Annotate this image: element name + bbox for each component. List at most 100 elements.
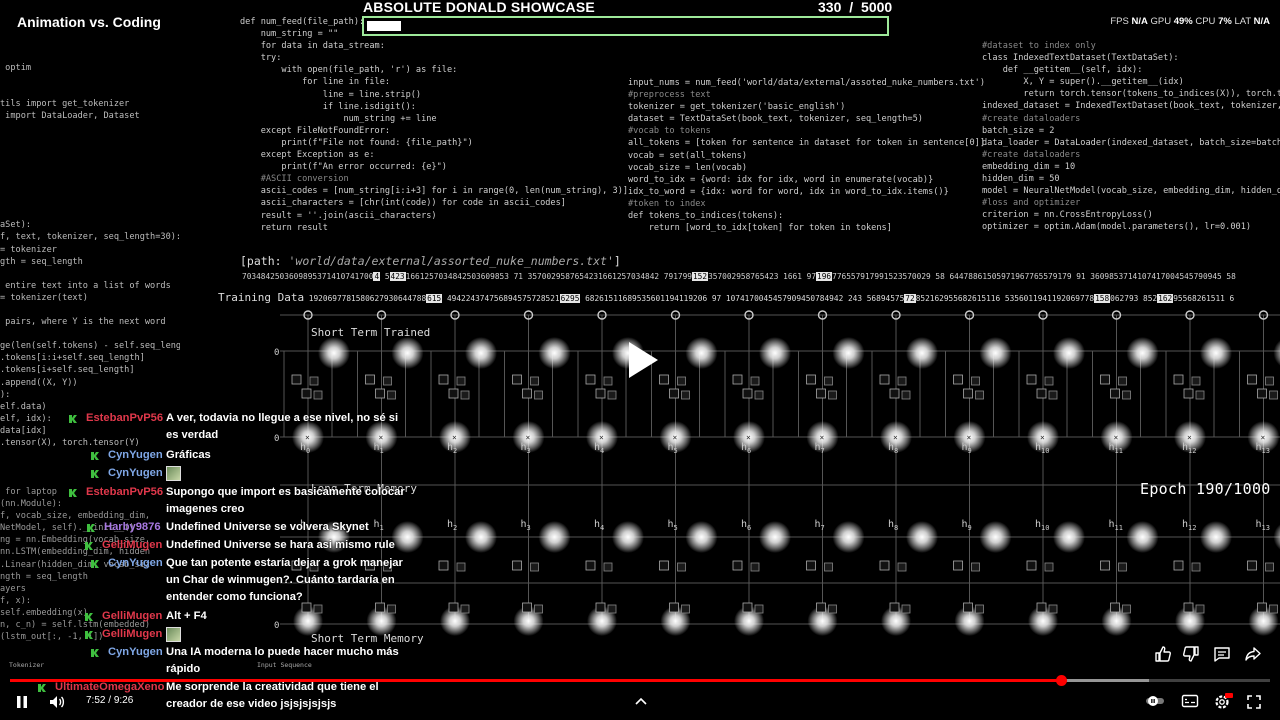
lstm-cell [889, 602, 900, 613]
lstm-cell [607, 390, 617, 400]
play-icon[interactable] [620, 338, 664, 382]
code-line: tokenizer = get_tokenizer('basic_english… [628, 102, 846, 113]
code-line: #vocab to tokens [628, 126, 711, 137]
highlighted-digits: 6295 [559, 294, 581, 303]
pause-icon[interactable] [14, 694, 30, 710]
lstm-cell [953, 560, 963, 571]
code-line: if line.isdigit(): [240, 101, 416, 112]
gate-glow [685, 521, 718, 553]
code-line: pairs, where Y is the next word [0, 317, 166, 328]
lstm-cell [1048, 390, 1058, 400]
multiply-marker: × [893, 433, 898, 442]
subtitles-icon[interactable] [1181, 694, 1199, 708]
code-line: batch_size = 2 [982, 125, 1055, 136]
code-line: result = ''.join(ascii_characters) [240, 210, 437, 221]
lstm-cell [1044, 562, 1054, 572]
chat-username[interactable]: GelliMugen [102, 626, 162, 643]
code-line: except FileNotFoundError: [240, 125, 391, 136]
chat-username[interactable]: Harby9876 [104, 519, 161, 536]
duration: 9:26 [113, 695, 134, 706]
lstm-cell [1173, 374, 1184, 385]
hidden-state-index: 8 [894, 524, 898, 532]
chevron-up-icon[interactable] [634, 695, 648, 707]
hidden-state-label: h5 [668, 519, 678, 532]
settings-icon[interactable] [1213, 692, 1233, 710]
digits: 68261511689535601194119206 97 1074170045… [580, 294, 905, 303]
lstm-cell [460, 604, 470, 614]
hidden-state-index: 10 [1041, 447, 1049, 455]
lstm-cell [522, 602, 532, 613]
hidden-state-index: 13 [1262, 524, 1270, 532]
digits: 852162955682615116 5356011941192069778 [915, 294, 1095, 303]
hidden-state-index: 2 [453, 524, 457, 532]
code-line: hidden_dim = 50 [982, 174, 1060, 185]
hidden-state-index: 6 [747, 447, 751, 455]
lstm-cell [1173, 560, 1184, 571]
lstm-cell [1265, 376, 1274, 386]
gate-glow [1126, 337, 1159, 369]
chat-username[interactable]: EstebanPvP56 [86, 410, 163, 427]
data-stream-row: 70348425036098953714107417004 5423166125… [242, 272, 1280, 281]
comment-icon[interactable] [1213, 645, 1231, 663]
code-line: model = NeuralNetModel(vocab_size, embed… [982, 186, 1280, 197]
showcase-progress-fill [367, 21, 402, 31]
digits: 95568261511 6 [1173, 294, 1235, 303]
multiply-marker: × [673, 433, 678, 442]
lat-value: N/A [1253, 16, 1270, 27]
code-line: gth = seq_length [0, 256, 83, 267]
hidden-state-index: 11 [1115, 524, 1123, 532]
multiply-marker: × [820, 433, 825, 442]
path-suffix: ] [613, 254, 621, 268]
lstm-cell [1257, 388, 1267, 399]
hidden-state-index: 4 [600, 447, 604, 455]
gate-glow [465, 337, 497, 369]
seek-bar[interactable] [10, 675, 1270, 686]
hidden-state-index: 12 [1188, 447, 1196, 455]
seek-handle[interactable] [1055, 675, 1067, 686]
lstm-cell [1118, 562, 1127, 572]
digits: 357002958765423 1661 97 [708, 272, 817, 281]
volume-icon[interactable] [48, 693, 66, 711]
chat-username[interactable]: GelliMugen [102, 537, 162, 554]
lstm-cell [1247, 560, 1257, 571]
multiply-marker: × [1114, 433, 1119, 442]
chat-username[interactable]: CynYugen [108, 644, 163, 661]
dislike-icon[interactable] [1182, 645, 1200, 663]
chat-text: Supongo que import es basicamente coloca… [166, 486, 405, 515]
lstm-cell [897, 376, 907, 386]
chat-message: GelliMugen [0, 626, 420, 643]
autoplay-toggle-icon[interactable] [1144, 694, 1166, 708]
code-line: return torch.tensor(tokens_to_indices(X)… [982, 89, 1280, 100]
like-icon[interactable] [1154, 645, 1172, 663]
fullscreen-icon[interactable] [1246, 694, 1262, 710]
multiply-marker: × [746, 433, 751, 442]
lstm-cell [816, 388, 826, 399]
fps-label: FPS [1110, 16, 1129, 27]
performance-stats: FPS N/A GPU 49% CPU 7% LAT N/A [1110, 16, 1270, 27]
hidden-state-label: h6 [741, 519, 751, 532]
digits: 1661257034842503609853 71 35700295876542… [405, 272, 692, 281]
chat-username[interactable]: CynYugen [108, 465, 163, 482]
counter-current: 330 [818, 0, 842, 15]
chat-username[interactable]: CynYugen [108, 555, 163, 572]
chat-username[interactable]: GelliMugen [102, 608, 162, 625]
chat-username[interactable]: EstebanPvP56 [86, 484, 163, 501]
share-icon[interactable] [1244, 645, 1262, 663]
lstm-cell [828, 390, 837, 400]
lstm-cell [879, 560, 890, 571]
lstm-cell [460, 390, 470, 400]
lstm-cell [1026, 374, 1037, 385]
lstm-cell [971, 376, 980, 386]
gate-glow [1200, 337, 1232, 369]
chat-username[interactable]: CynYugen [108, 447, 163, 464]
highlighted-digits: 72 [904, 294, 916, 303]
hidden-state-index: 9 [968, 524, 972, 532]
gate-glow [906, 337, 938, 369]
chat-text: Undefined Universe se volvera Skynet [166, 521, 369, 533]
epoch-counter: Epoch 190/1000 [1140, 480, 1271, 498]
code-line: embedding_dim = 10 [982, 161, 1076, 172]
hidden-state-label: h9 [962, 519, 972, 532]
path-value: 'world/data/external/assorted_nuke_numbe… [288, 254, 614, 268]
hidden-state-index: 7 [821, 447, 825, 455]
